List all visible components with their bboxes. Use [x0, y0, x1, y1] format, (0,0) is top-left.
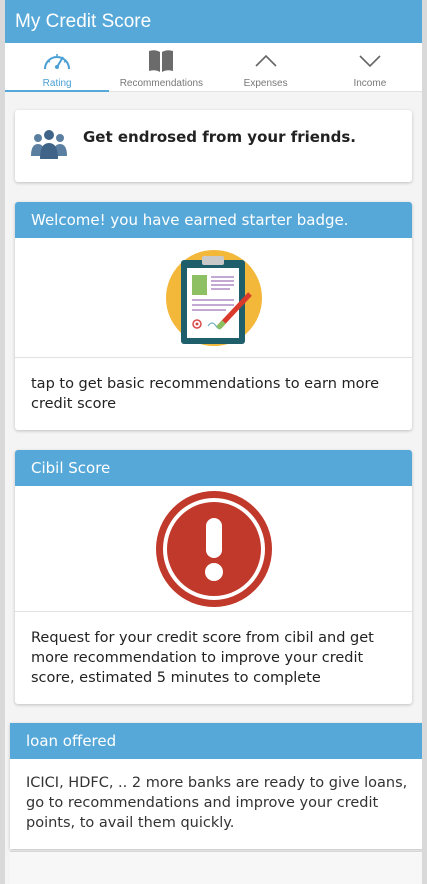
app-title: My Credit Score	[15, 11, 152, 32]
tab-rating[interactable]: Rating	[5, 43, 109, 91]
tab-indicator	[5, 90, 109, 92]
tab-expenses[interactable]: Expenses	[214, 43, 318, 91]
loan-card[interactable]: loan offered ICICI, HDFC, .. 2 more bank…	[10, 723, 422, 849]
endorse-title: Get endrosed from your friends.	[83, 128, 356, 146]
tab-recommendations-label: Recommendations	[119, 78, 204, 89]
badge-card-text: tap to get basic recommendations to earn…	[31, 376, 380, 412]
badge-card-header: Welcome! you have earned starter badge.	[15, 202, 412, 238]
group-icon	[31, 130, 67, 159]
tab-bar: Rating Recommendations Expenses Income	[5, 43, 422, 92]
cibil-card[interactable]: Cibil Score Request for your credit scor…	[15, 450, 412, 704]
cibil-card-text: Request for your credit score from cibil…	[31, 630, 374, 686]
cibil-card-image	[15, 486, 412, 612]
alert-icon	[155, 490, 272, 607]
gauge-icon	[44, 54, 71, 70]
endorse-card[interactable]: Get endrosed from your friends.	[15, 110, 412, 182]
badge-card[interactable]: Welcome! you have earned starter badge.	[15, 202, 412, 430]
loan-card-header: loan offered	[10, 723, 422, 759]
cibil-card-header: Cibil Score	[15, 450, 412, 486]
app-window: My Credit Score Rating Recommendations E…	[0, 0, 427, 884]
loan-card-text: ICICI, HDFC, .. 2 more banks are ready t…	[26, 775, 408, 831]
clipboard-icon	[165, 249, 262, 346]
bottom-area	[10, 851, 422, 884]
chevron-up-icon	[255, 54, 277, 67]
tab-income-label: Income	[353, 78, 387, 89]
book-icon	[149, 50, 174, 72]
tab-expenses-label: Expenses	[243, 78, 288, 89]
tab-recommendations[interactable]: Recommendations	[109, 43, 213, 91]
tab-rating-label: Rating	[42, 78, 72, 89]
tab-income[interactable]: Income	[318, 43, 422, 91]
chevron-down-icon	[359, 55, 381, 68]
badge-card-image	[15, 238, 412, 358]
app-bar: My Credit Score	[5, 0, 422, 43]
